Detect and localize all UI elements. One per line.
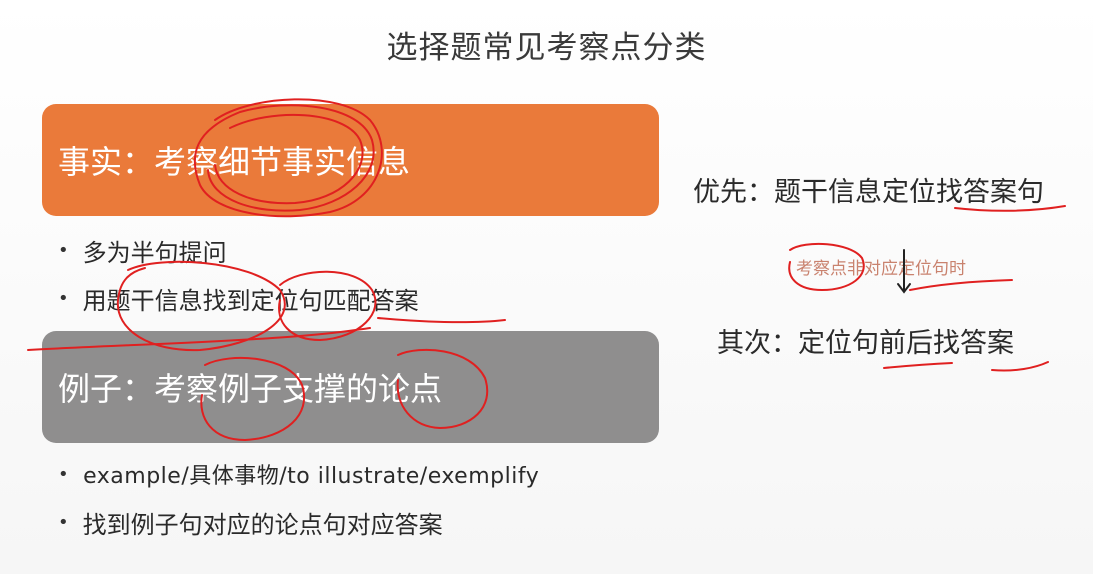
underline-stroke [909,279,1013,291]
list-item: • 用题干信息找到定位句匹配答案 [58,274,419,322]
list-item-text: example/具体事物/to illustrate/exemplify [83,464,540,489]
bullet-dot: • [58,511,69,533]
bullet-dot: • [58,287,69,309]
bullet-dot: • [58,239,69,261]
list-item: • 找到例子句对应的论点句对应答案 [58,498,539,546]
slide-title: 选择题常见考察点分类 [386,30,707,66]
strategy-note: 考察点非对应定位句时 [796,259,966,279]
bullet-dot: • [58,463,70,485]
strategy-first: 优先：题干信息定位找答案句 [693,177,1044,208]
list-item-text: 找到例子句对应的论点句对应答案 [82,510,443,539]
underline-stroke [991,361,1049,372]
list-item: • 多为半句提问 [58,226,419,274]
list-item: • example/具体事物/to illustrate/exemplify [58,450,539,498]
fact-banner: 事实：考察细节事实信息 [42,104,659,216]
example-bullet-list: • example/具体事物/to illustrate/exemplify •… [58,450,539,546]
list-item-text: 用题干信息找到定位句匹配答案 [82,286,419,315]
arrow-stroke [897,283,911,294]
strategy-second: 其次：定位句前后找答案 [717,328,1014,359]
example-heading: 例子：考察例子支撑的论点 [58,370,443,408]
example-banner: 例子：考察例子支撑的论点 [42,331,659,443]
fact-bullet-list: • 多为半句提问 • 用题干信息找到定位句匹配答案 [58,226,419,322]
underline-stroke [883,362,953,369]
list-item-text: 多为半句提问 [82,238,227,267]
fact-heading: 事实：考察细节事实信息 [58,143,411,181]
